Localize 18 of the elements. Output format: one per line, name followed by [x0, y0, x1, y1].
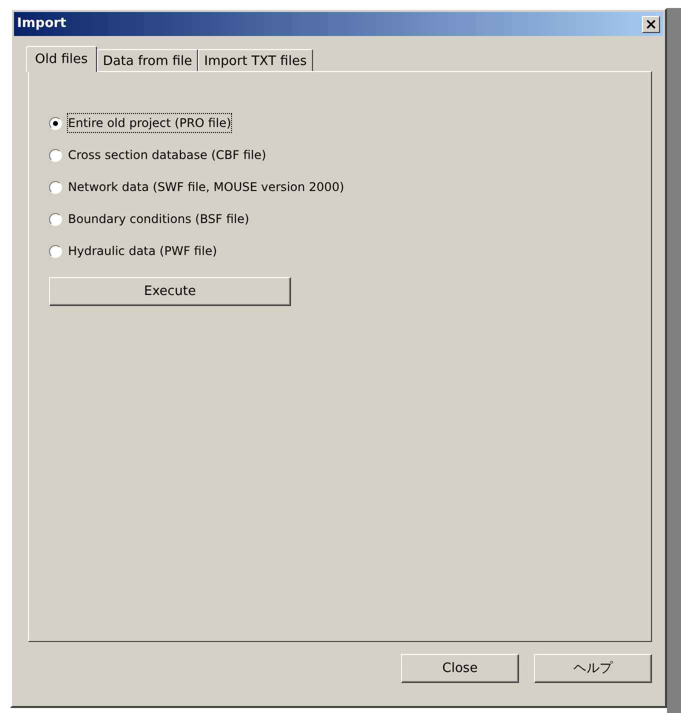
- radio-button[interactable]: [49, 212, 62, 226]
- window-title: Import: [17, 15, 66, 34]
- execute-button[interactable]: Execute: [49, 277, 291, 306]
- close-button[interactable]: Close: [401, 654, 519, 683]
- radio-label[interactable]: Cross section database (CBF file): [68, 146, 266, 164]
- help-button[interactable]: ヘルプ: [534, 654, 652, 683]
- tab[interactable]: Old files: [26, 46, 97, 72]
- radio-button[interactable]: [49, 148, 62, 162]
- radio-label[interactable]: Network data (SWF file, MOUSE version 2000): [68, 178, 344, 196]
- tab[interactable]: Data from file: [96, 49, 198, 71]
- close-button[interactable]: ×: [642, 16, 660, 32]
- tab[interactable]: Import TXT files: [198, 49, 313, 71]
- radio-button[interactable]: [49, 244, 62, 258]
- radio-button[interactable]: [49, 116, 62, 130]
- radio-label[interactable]: Hydraulic data (PWF file): [68, 242, 218, 260]
- radio-button[interactable]: [49, 180, 62, 194]
- radio-label[interactable]: Entire old project (PRO file): [68, 114, 232, 132]
- radio-label[interactable]: Boundary conditions (BSF file): [68, 210, 250, 228]
